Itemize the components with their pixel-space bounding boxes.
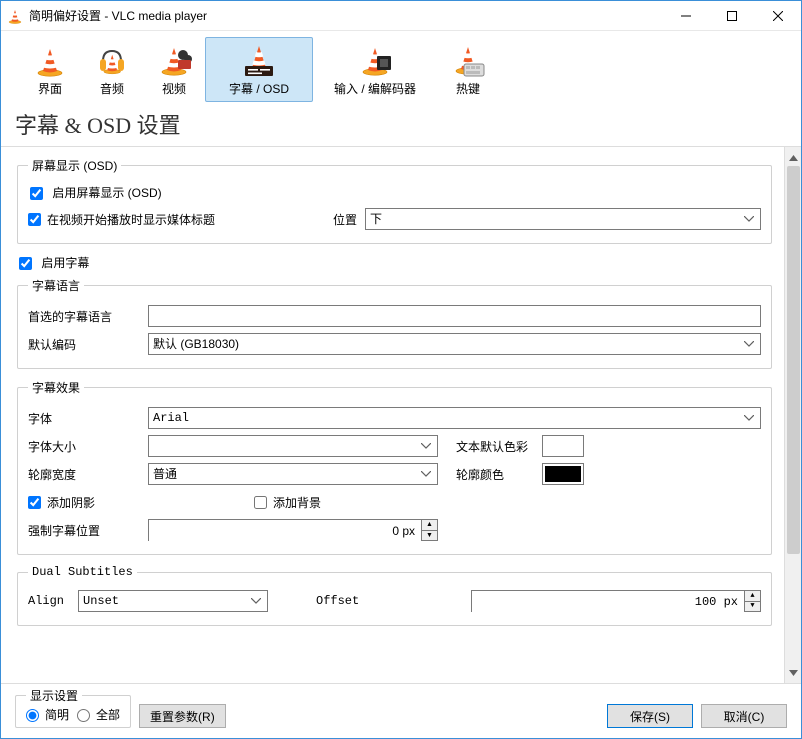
dual-align-select[interactable]: Unset — [78, 590, 268, 612]
category-hotkeys[interactable]: 热键 — [437, 37, 499, 102]
scrollbar-thumb[interactable] — [787, 166, 800, 554]
category-audio[interactable]: 音频 — [81, 37, 143, 102]
preferred-lang-input[interactable] — [148, 305, 761, 327]
enable-subtitles-label: 启用字幕 — [41, 256, 89, 270]
osd-position-label: 位置 — [333, 211, 365, 228]
category-bar: 界面 音频 视频 字幕 / OSD 输入 / — [1, 31, 801, 104]
add-background-label: 添加背景 — [273, 494, 321, 511]
category-input-label: 输入 / 编解码器 — [334, 80, 416, 97]
force-position-spinbox[interactable]: ▲▼ — [148, 519, 438, 541]
outline-width-select[interactable]: 普通 — [148, 463, 438, 485]
category-audio-label: 音频 — [100, 80, 124, 97]
bottom-bar: 显示设置 简明 全部 重置参数(R) 保存(S) 取消(C) — [1, 683, 801, 738]
group-subeffect-legend: 字幕效果 — [28, 379, 84, 396]
font-select[interactable]: Arial — [148, 407, 761, 429]
font-size-select[interactable] — [148, 435, 438, 457]
add-shadow-checkbox[interactable]: 添加阴影 — [28, 494, 254, 511]
category-hotkeys-label: 热键 — [456, 80, 480, 97]
scroll-down-icon[interactable] — [786, 664, 801, 681]
group-sublang: 字幕语言 首选的字幕语言 默认编码 默认 (GB18030) — [17, 277, 772, 369]
vertical-scrollbar[interactable] — [784, 147, 801, 683]
enable-osd-checkbox[interactable]: 启用屏幕显示 (OSD) — [30, 184, 162, 201]
show-title-checkbox[interactable]: 在视频开始播放时显示媒体标题 — [28, 211, 215, 228]
text-color-label: 文本默认色彩 — [456, 438, 542, 455]
default-encoding-select[interactable]: 默认 (GB18030) — [148, 333, 761, 355]
group-sublang-legend: 字幕语言 — [28, 277, 84, 294]
save-button[interactable]: 保存(S) — [607, 704, 693, 728]
dual-offset-spinbox[interactable]: ▲▼ — [471, 590, 761, 612]
app-icon — [7, 8, 23, 24]
group-osd: 屏幕显示 (OSD) 启用屏幕显示 (OSD) 在视频开始播放时显示媒体标题 位… — [17, 157, 772, 244]
osd-position-select[interactable]: 下 — [365, 208, 761, 230]
group-show-settings: 显示设置 简明 全部 — [15, 687, 131, 728]
category-subtitles-label: 字幕 / OSD — [229, 80, 289, 97]
category-subtitles[interactable]: 字幕 / OSD — [205, 37, 313, 102]
group-dual-subtitles: Dual Subtitles Align Unset Offset ▲▼ — [17, 565, 772, 626]
mode-all-radio[interactable]: 全部 — [77, 706, 120, 723]
category-input[interactable]: 输入 / 编解码器 — [313, 37, 437, 102]
spin-up-icon[interactable]: ▲ — [745, 591, 760, 602]
mode-simple-radio[interactable]: 简明 — [26, 706, 69, 723]
outline-color-picker[interactable] — [542, 463, 584, 485]
category-interface-label: 界面 — [38, 80, 62, 97]
minimize-button[interactable] — [663, 1, 709, 31]
window-title: 简明偏好设置 - VLC media player — [29, 7, 207, 24]
category-interface[interactable]: 界面 — [19, 37, 81, 102]
settings-pane: 屏幕显示 (OSD) 启用屏幕显示 (OSD) 在视频开始播放时显示媒体标题 位… — [1, 147, 784, 683]
group-dual-legend: Dual Subtitles — [28, 565, 137, 579]
cancel-button[interactable]: 取消(C) — [701, 704, 787, 728]
outline-width-label: 轮廓宽度 — [28, 466, 148, 483]
category-video[interactable]: 视频 — [143, 37, 205, 102]
reset-button[interactable]: 重置参数(R) — [139, 704, 226, 728]
spin-down-icon[interactable]: ▼ — [745, 602, 760, 612]
category-video-label: 视频 — [162, 80, 186, 97]
scroll-up-icon[interactable] — [786, 149, 801, 166]
dual-offset-label: Offset — [316, 594, 416, 608]
spin-down-icon[interactable]: ▼ — [422, 531, 437, 541]
preferred-lang-label: 首选的字幕语言 — [28, 308, 148, 325]
group-osd-legend: 屏幕显示 (OSD) — [28, 157, 121, 174]
outline-color-label: 轮廓颜色 — [456, 466, 542, 483]
close-button[interactable] — [755, 1, 801, 31]
text-color-picker[interactable] — [542, 435, 584, 457]
enable-osd-label: 启用屏幕显示 (OSD) — [52, 186, 161, 200]
show-settings-legend: 显示设置 — [26, 687, 82, 704]
add-background-checkbox[interactable]: 添加背景 — [254, 494, 321, 511]
group-subeffect: 字幕效果 字体 Arial 字体大小 文本默认色彩 轮廓宽度 普通 轮廓颜色 — [17, 379, 772, 555]
page-heading: 字幕 & OSD 设置 — [1, 104, 801, 146]
add-shadow-label: 添加阴影 — [47, 494, 95, 511]
show-title-label: 在视频开始播放时显示媒体标题 — [47, 211, 215, 228]
font-label: 字体 — [28, 410, 148, 427]
dual-align-label: Align — [28, 594, 78, 608]
default-encoding-label: 默认编码 — [28, 336, 148, 353]
maximize-button[interactable] — [709, 1, 755, 31]
enable-subtitles-checkbox[interactable]: 启用字幕 — [19, 254, 89, 271]
title-bar: 简明偏好设置 - VLC media player — [1, 1, 801, 31]
spin-up-icon[interactable]: ▲ — [422, 520, 437, 531]
font-size-label: 字体大小 — [28, 438, 148, 455]
force-position-label: 强制字幕位置 — [28, 522, 148, 539]
